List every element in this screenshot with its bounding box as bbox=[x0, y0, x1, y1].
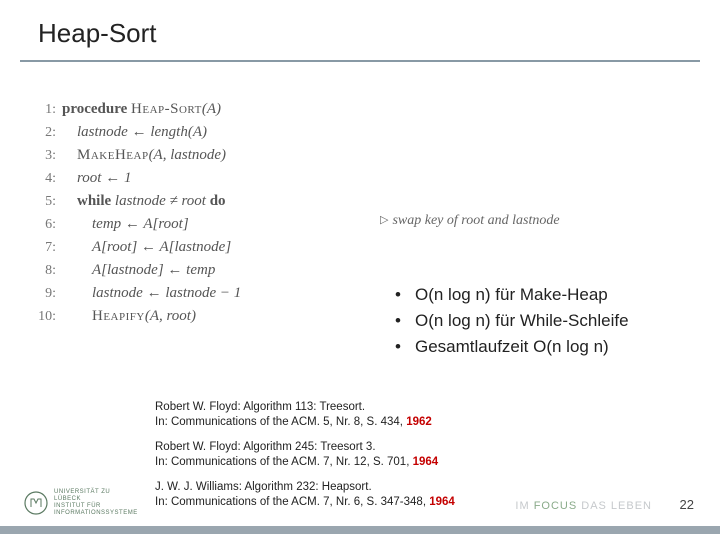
list-item: •Gesamtlaufzeit O(n log n) bbox=[395, 334, 629, 360]
pseudocode-line: 3: MakeHeap(A, lastnode) bbox=[30, 144, 241, 167]
footer-bar bbox=[0, 526, 720, 534]
pseudocode-line: 8: A[lastnode] ← temp bbox=[30, 259, 241, 282]
pseudocode-line: 1:procedure Heap-Sort(A) bbox=[30, 98, 241, 121]
pseudocode-line: 7: A[root] ← A[lastnode] bbox=[30, 236, 241, 259]
references: Robert W. Floyd: Algorithm 113: Treesort… bbox=[155, 400, 455, 520]
footer-tagline: IM FOCUS DAS LEBEN bbox=[515, 500, 652, 512]
list-item: •O(n log n) für Make-Heap bbox=[395, 282, 629, 308]
title-divider bbox=[20, 60, 700, 62]
reference-item: J. W. J. Williams: Algorithm 232: Heapso… bbox=[155, 480, 455, 510]
pseudocode-comment: ▷swap key of root and lastnode bbox=[380, 213, 560, 229]
page-number: 22 bbox=[680, 497, 694, 512]
pseudocode-line: 4: root ← 1 bbox=[30, 167, 241, 190]
page-title: Heap-Sort bbox=[38, 18, 157, 49]
reference-item: Robert W. Floyd: Algorithm 113: Treesort… bbox=[155, 400, 455, 430]
triangle-icon: ▷ bbox=[380, 213, 388, 226]
pseudocode-line: 10: Heapify(A, root) bbox=[30, 305, 241, 328]
pseudocode-line: 2: lastnode ← length(A) bbox=[30, 121, 241, 144]
pseudocode-line: 9: lastnode ← lastnode − 1 bbox=[30, 282, 241, 305]
list-item: •O(n log n) für While-Schleife bbox=[395, 308, 629, 334]
seal-icon bbox=[24, 491, 48, 515]
complexity-list: •O(n log n) für Make-Heap•O(n log n) für… bbox=[395, 282, 629, 360]
pseudocode-block: 1:procedure Heap-Sort(A)2: lastnode ← le… bbox=[30, 98, 241, 328]
reference-item: Robert W. Floyd: Algorithm 245: Treesort… bbox=[155, 440, 455, 470]
pseudocode-line: 5: while lastnode ≠ root do bbox=[30, 190, 241, 213]
logo-line1: UNIVERSITÄT ZU LÜBECK bbox=[54, 489, 138, 503]
university-logo: UNIVERSITÄT ZU LÜBECK INSTITUT FÜR INFOR… bbox=[24, 488, 134, 518]
logo-line2: INSTITUT FÜR INFORMATIONSSYSTEME bbox=[54, 503, 138, 517]
pseudocode-line: 6: temp ← A[root] bbox=[30, 213, 241, 236]
